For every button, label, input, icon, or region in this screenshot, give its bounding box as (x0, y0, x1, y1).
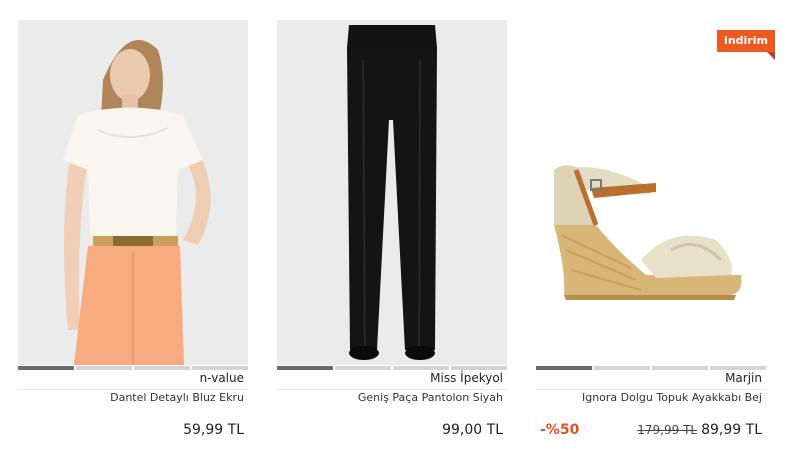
product-brand[interactable]: Miss İpekyol (430, 371, 503, 385)
product-brand[interactable]: Marjin (725, 371, 762, 385)
product-card[interactable]: Miss İpekyol Geniş Paça Pantolon Siyah 9… (277, 20, 507, 440)
divider (18, 389, 248, 390)
product-price: 89,99 TL (701, 422, 762, 438)
image-pager-tab[interactable] (594, 366, 650, 370)
image-pager-tab[interactable] (335, 366, 391, 370)
product-name[interactable]: Dantel Detaylı Bluz Ekru (110, 391, 244, 404)
wedge-sandal-photo (536, 20, 766, 365)
image-pager-tab[interactable] (652, 366, 708, 370)
image-pager[interactable] (277, 366, 507, 370)
product-brand[interactable]: n-value (200, 371, 244, 385)
product-image[interactable] (18, 20, 248, 365)
product-card[interactable]: Marjin Ignora Dolgu Topuk Ayakkabı Bej -… (536, 20, 766, 440)
image-pager[interactable] (536, 366, 766, 370)
trousers-photo (277, 20, 507, 365)
product-price: 99,00 TL (442, 422, 503, 438)
divider (536, 389, 766, 390)
sale-badge: indirim (717, 30, 775, 52)
discount-label: -%50 (540, 422, 580, 438)
image-pager-tab[interactable] (710, 366, 766, 370)
image-pager-tab[interactable] (76, 366, 132, 370)
product-name[interactable]: Ignora Dolgu Topuk Ayakkabı Bej (582, 391, 762, 404)
divider (277, 389, 507, 390)
image-pager-tab[interactable] (451, 366, 507, 370)
image-pager-tab[interactable] (18, 366, 74, 370)
product-name[interactable]: Geniş Paça Pantolon Siyah (358, 391, 503, 404)
product-card[interactable]: n-value Dantel Detaylı Bluz Ekru 59,99 T… (18, 20, 248, 440)
sale-badge-fold (767, 52, 775, 60)
image-pager[interactable] (18, 366, 248, 370)
image-pager-tab[interactable] (134, 366, 190, 370)
product-price: 59,99 TL (183, 422, 244, 438)
product-price-block: 179,99 TL 89,99 TL (637, 422, 762, 438)
image-pager-tab[interactable] (393, 366, 449, 370)
image-pager-tab[interactable] (192, 366, 248, 370)
image-pager-tab[interactable] (536, 366, 592, 370)
blouse-photo (18, 20, 248, 365)
old-price: 179,99 TL (637, 423, 698, 437)
product-image[interactable] (536, 20, 766, 365)
image-pager-tab[interactable] (277, 366, 333, 370)
product-image[interactable] (277, 20, 507, 365)
